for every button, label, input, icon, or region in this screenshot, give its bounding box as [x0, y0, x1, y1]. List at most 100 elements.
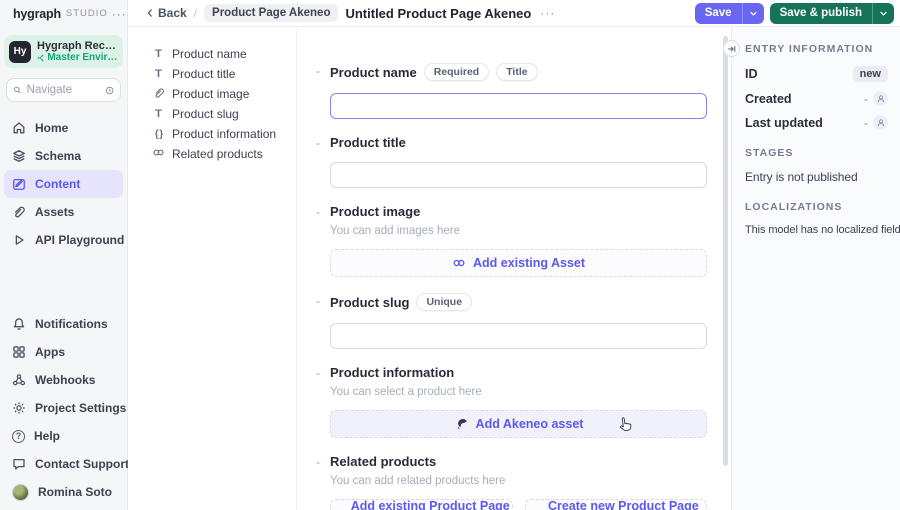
- field-label: Product name: [330, 64, 417, 80]
- save-publish-button[interactable]: Save & publish: [769, 2, 872, 24]
- breadcrumb-model-pill[interactable]: Product Page Akeneo: [204, 4, 339, 22]
- relation-link-icon: [152, 146, 165, 162]
- unique-badge: Unique: [416, 293, 473, 311]
- create-new-product-page-button[interactable]: + Create new Product Page Akeneo: [524, 499, 707, 510]
- sidebar-item-api-playground[interactable]: API Playground: [4, 226, 124, 254]
- entry-info-panel: ENTRY INFORMATION ID new Created - Last: [723, 27, 900, 510]
- environment-label: Master Environment: [37, 52, 118, 63]
- project-switcher[interactable]: Hy Hygraph Recipes Master Environment: [4, 35, 123, 68]
- field-label: Product title: [330, 135, 406, 150]
- created-row: Created -: [745, 91, 894, 106]
- help-icon: ?: [12, 429, 25, 443]
- navigate-search[interactable]: [6, 78, 121, 102]
- field-label: Product slug: [330, 294, 410, 310]
- entry-more-button[interactable]: ···: [540, 7, 555, 19]
- field-helper-text: You can add images here: [330, 225, 461, 237]
- project-avatar: Hy: [9, 40, 31, 63]
- new-badge: new: [852, 66, 888, 82]
- plus-icon: +: [526, 506, 534, 510]
- field-list-item-product-name[interactable]: T Product name: [152, 44, 288, 64]
- brand-bar: hygraph STUDIO ···: [0, 0, 127, 27]
- collapse-toggle-icon[interactable]: -: [316, 294, 320, 308]
- chevron-left-icon: [147, 9, 152, 17]
- add-akeneo-asset-button[interactable]: Add Akeneo asset: [330, 410, 707, 438]
- field-label: Product image: [330, 204, 421, 219]
- collapse-toggle-icon[interactable]: -: [316, 136, 320, 150]
- save-button[interactable]: Save: [694, 2, 742, 24]
- field-list-item-product-information[interactable]: { } Product information: [152, 124, 288, 144]
- product-title-input[interactable]: [330, 162, 707, 188]
- collapse-toggle-icon[interactable]: -: [316, 64, 320, 78]
- sidebar-item-notifications[interactable]: Notifications: [4, 310, 123, 338]
- breadcrumb-separator: /: [193, 6, 198, 20]
- cursor-pointer: [615, 415, 636, 438]
- brand-name: hygraph: [13, 6, 61, 21]
- field-list-item-product-slug[interactable]: T Product slug: [152, 104, 288, 124]
- asset-paperclip-icon: [152, 87, 165, 102]
- collapse-toggle-icon[interactable]: -: [316, 205, 320, 219]
- stages-status: Entry is not published: [745, 170, 858, 184]
- search-icon: [14, 86, 21, 94]
- save-options-button[interactable]: [741, 2, 764, 24]
- sidebar-item-content[interactable]: Content: [4, 170, 123, 198]
- sidebar-item-webhooks[interactable]: Webhooks: [4, 366, 123, 394]
- back-button[interactable]: Back: [145, 6, 187, 20]
- secondary-nav: Notifications Apps Webhooks Project Sett…: [0, 310, 129, 510]
- main-column: Back / Product Page Akeneo Untitled Prod…: [128, 0, 900, 510]
- sidebar-item-contact-support[interactable]: Contact Support: [4, 450, 129, 478]
- vertical-scrollbar[interactable]: [723, 36, 728, 466]
- user-avatar: [12, 483, 29, 501]
- history-clock-icon[interactable]: [105, 84, 114, 97]
- sidebar-item-project-settings[interactable]: Project Settings: [4, 394, 126, 422]
- content-edit-icon: [13, 178, 25, 190]
- text-field-icon: T: [155, 48, 162, 60]
- title-badge: Title: [496, 63, 538, 81]
- field-list-panel: T Product name T Product title Product i…: [128, 27, 297, 510]
- field-list-item-product-title[interactable]: T Product title: [152, 64, 288, 84]
- project-name: Hygraph Recipes: [37, 40, 118, 52]
- field-helper-text: You can add related products here: [330, 475, 506, 487]
- collapse-panel-button[interactable]: [723, 40, 740, 57]
- entry-information-heading: ENTRY INFORMATION: [745, 43, 874, 55]
- sidebar-item-help[interactable]: ? Help: [4, 422, 123, 450]
- sidebar-item-apps[interactable]: Apps: [4, 338, 123, 366]
- topbar-actions: Save Save & publish: [694, 2, 894, 24]
- localizations-heading: LOCALIZATIONS: [745, 201, 843, 213]
- brand-more-button[interactable]: ···: [112, 8, 127, 20]
- publish-split-button: Save & publish: [769, 2, 894, 24]
- chevron-down-icon: [880, 11, 887, 16]
- field-list-item-product-image[interactable]: Product image: [152, 84, 288, 104]
- stages-section: STAGES Entry is not published: [745, 147, 894, 184]
- assets-paperclip-icon: [15, 206, 25, 218]
- field-list-item-related-products[interactable]: Related products: [152, 144, 288, 164]
- collapse-toggle-icon[interactable]: -: [316, 455, 320, 469]
- collapse-arrow-icon: [727, 45, 735, 52]
- user-menu[interactable]: Romina Soto: [4, 478, 123, 506]
- sidebar-item-assets[interactable]: Assets: [4, 198, 123, 226]
- localizations-section: LOCALIZATIONS This model has no localize…: [745, 201, 900, 236]
- gear-icon: [13, 402, 25, 414]
- collapse-toggle-icon[interactable]: -: [316, 366, 320, 380]
- sidebar-item-schema[interactable]: Schema: [4, 142, 123, 170]
- field-product-name: - Product name Required Title: [316, 63, 707, 119]
- id-row: ID new: [745, 66, 894, 82]
- product-slug-input[interactable]: [330, 323, 707, 349]
- publish-options-button[interactable]: [872, 2, 894, 24]
- navigate-input[interactable]: [26, 84, 100, 96]
- play-icon: [15, 235, 24, 245]
- entry-form: - Product name Required Title - Product …: [297, 27, 731, 510]
- bell-icon: [13, 318, 25, 330]
- field-product-title: - Product title: [316, 135, 707, 188]
- person-icon: [873, 91, 888, 106]
- add-existing-asset-button[interactable]: Add existing Asset: [330, 249, 707, 277]
- text-field-icon: T: [155, 68, 162, 80]
- add-existing-product-page-button[interactable]: Add existing Product Page Akeneo: [330, 499, 513, 510]
- apps-grid-icon: [13, 346, 25, 358]
- field-product-information: - Product information You can select a p…: [316, 365, 707, 438]
- text-field-icon: T: [155, 108, 162, 120]
- required-badge: Required: [423, 63, 490, 81]
- product-name-input[interactable]: [330, 93, 707, 119]
- sidebar-item-home[interactable]: Home: [4, 114, 123, 142]
- save-split-button: Save: [694, 2, 764, 24]
- field-product-slug: - Product slug Unique: [316, 293, 707, 349]
